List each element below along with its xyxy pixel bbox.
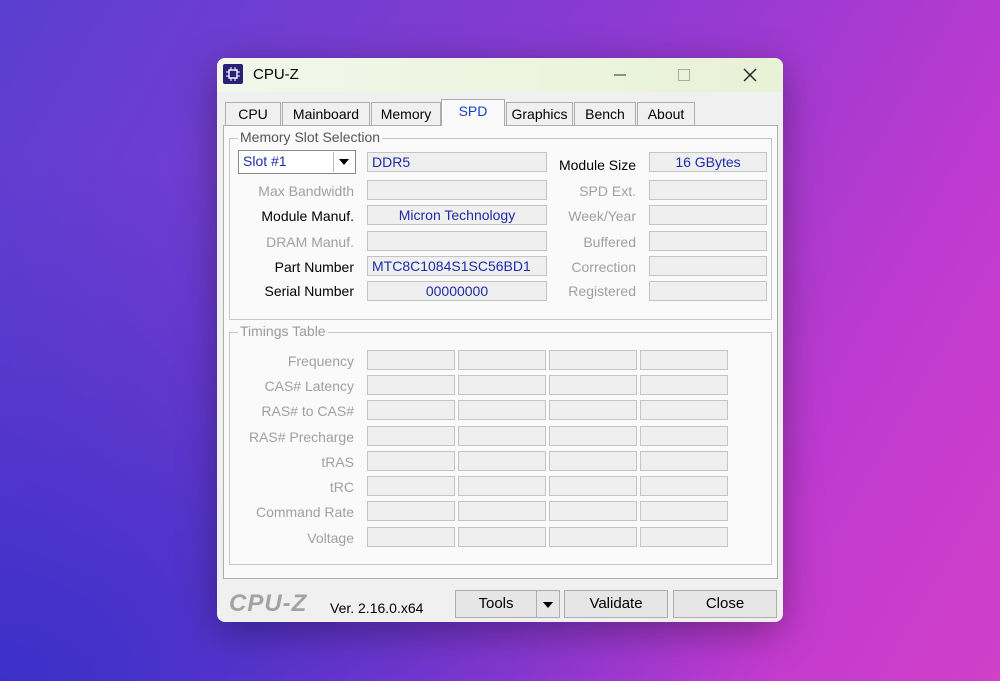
spd-ext-label: SPD Ext. <box>579 183 636 199</box>
slot-select[interactable]: Slot #1 <box>238 150 356 174</box>
timing-cell-trc-3 <box>549 476 637 496</box>
dram-manuf-field <box>367 231 547 251</box>
title-bar[interactable]: CPU-Z <box>217 58 783 92</box>
tab-cpu[interactable]: CPU <box>225 102 281 125</box>
timings-group-label: Timings Table <box>238 323 328 339</box>
app-chip-icon <box>223 64 243 84</box>
timing-cell-ras-to-cas-1 <box>367 400 455 420</box>
part-number-label: Part Number <box>274 259 354 275</box>
timing-cell-ras-to-cas-4 <box>640 400 728 420</box>
timing-cell-ras-precharge-3 <box>549 426 637 446</box>
module-manuf-label: Module Manuf. <box>261 208 354 224</box>
maximize-button[interactable] <box>661 58 707 92</box>
timing-cell-ras-precharge-1 <box>367 426 455 446</box>
timing-cell-trc-1 <box>367 476 455 496</box>
spd-panel: Memory Slot Selection Slot #1 DDR5 Modul… <box>223 125 778 579</box>
timing-cell-ras-to-cas-2 <box>458 400 546 420</box>
close-window-button[interactable] <box>727 58 773 92</box>
timing-cell-voltage-1 <box>367 527 455 547</box>
week-year-label: Week/Year <box>568 208 636 224</box>
tools-button[interactable]: Tools <box>455 590 537 618</box>
timing-label-cas-latency: CAS# Latency <box>264 378 355 394</box>
timing-cell-tras-4 <box>640 451 728 471</box>
timing-cell-frequency-1 <box>367 350 455 370</box>
timing-label-ras-to-cas: RAS# to CAS# <box>261 403 354 419</box>
spd-ext-field <box>649 180 767 200</box>
module-size-field: 16 GBytes <box>649 152 767 172</box>
tab-graphics[interactable]: Graphics <box>506 102 573 125</box>
part-number-field: MTC8C1084S1SC56BD1 <box>367 256 547 276</box>
buffered-label: Buffered <box>583 234 636 250</box>
tools-dropdown-button[interactable] <box>536 590 560 618</box>
serial-number-field: 00000000 <box>367 281 547 301</box>
tab-bench[interactable]: Bench <box>574 102 636 125</box>
dropdown-arrow-icon <box>333 152 354 172</box>
timing-cell-ras-to-cas-3 <box>549 400 637 420</box>
version-text: Ver. 2.16.0.x64 <box>330 600 424 616</box>
timing-cell-cas-latency-3 <box>549 375 637 395</box>
timing-cell-cas-latency-2 <box>458 375 546 395</box>
minimize-button[interactable] <box>597 58 643 92</box>
timing-cell-cas-latency-4 <box>640 375 728 395</box>
max-bandwidth-label: Max Bandwidth <box>258 183 354 199</box>
timing-cell-command-rate-1 <box>367 501 455 521</box>
timing-cell-command-rate-2 <box>458 501 546 521</box>
window-title: CPU-Z <box>253 66 299 83</box>
memory-type-field: DDR5 <box>367 152 547 172</box>
timing-cell-trc-2 <box>458 476 546 496</box>
timing-cell-tras-1 <box>367 451 455 471</box>
timing-cell-voltage-4 <box>640 527 728 547</box>
registered-field <box>649 281 767 301</box>
registered-label: Registered <box>568 283 636 299</box>
validate-button[interactable]: Validate <box>564 590 668 618</box>
timing-cell-ras-precharge-4 <box>640 426 728 446</box>
timing-label-ras-precharge: RAS# Precharge <box>248 429 354 445</box>
slot-select-value: Slot #1 <box>243 153 287 169</box>
tools-button-label: Tools <box>478 595 514 612</box>
timing-cell-command-rate-3 <box>549 501 637 521</box>
dropdown-arrow-icon <box>543 602 553 608</box>
correction-field <box>649 256 767 276</box>
close-button[interactable]: Close <box>673 590 777 618</box>
week-year-field <box>649 205 767 225</box>
buffered-field <box>649 231 767 251</box>
timing-label-voltage: Voltage <box>307 530 354 546</box>
timing-cell-voltage-2 <box>458 527 546 547</box>
timing-cell-tras-2 <box>458 451 546 471</box>
module-size-label: Module Size <box>558 157 636 173</box>
timing-cell-frequency-2 <box>458 350 546 370</box>
tab-about[interactable]: About <box>637 102 695 125</box>
timing-label-trc: tRC <box>329 479 354 495</box>
tab-mainboard[interactable]: Mainboard <box>282 102 370 125</box>
tab-memory[interactable]: Memory <box>371 102 441 125</box>
correction-label: Correction <box>571 259 636 275</box>
memory-slot-group-label: Memory Slot Selection <box>238 129 383 145</box>
maximize-icon <box>678 69 690 81</box>
tab-spd[interactable]: SPD <box>441 99 505 126</box>
max-bandwidth-field <box>367 180 547 200</box>
timing-label-command-rate: Command Rate <box>255 504 354 520</box>
timing-cell-trc-4 <box>640 476 728 496</box>
close-icon <box>743 68 757 82</box>
cpuz-window: CPU-Z CPU Mainboard Memory SPD Graphics … <box>217 58 783 622</box>
timing-cell-frequency-4 <box>640 350 728 370</box>
timing-cell-command-rate-4 <box>640 501 728 521</box>
minimize-icon <box>614 74 626 76</box>
timing-label-tras: tRAS <box>321 454 354 470</box>
timing-cell-ras-precharge-2 <box>458 426 546 446</box>
serial-number-label: Serial Number <box>264 283 354 299</box>
timing-cell-cas-latency-1 <box>367 375 455 395</box>
timing-cell-voltage-3 <box>549 527 637 547</box>
dram-manuf-label: DRAM Manuf. <box>266 234 354 250</box>
cpuz-footer-logo: CPU-Z <box>229 590 308 617</box>
module-manuf-field: Micron Technology <box>367 205 547 225</box>
timing-cell-frequency-3 <box>549 350 637 370</box>
timing-label-frequency: Frequency <box>287 353 354 369</box>
timing-cell-tras-3 <box>549 451 637 471</box>
